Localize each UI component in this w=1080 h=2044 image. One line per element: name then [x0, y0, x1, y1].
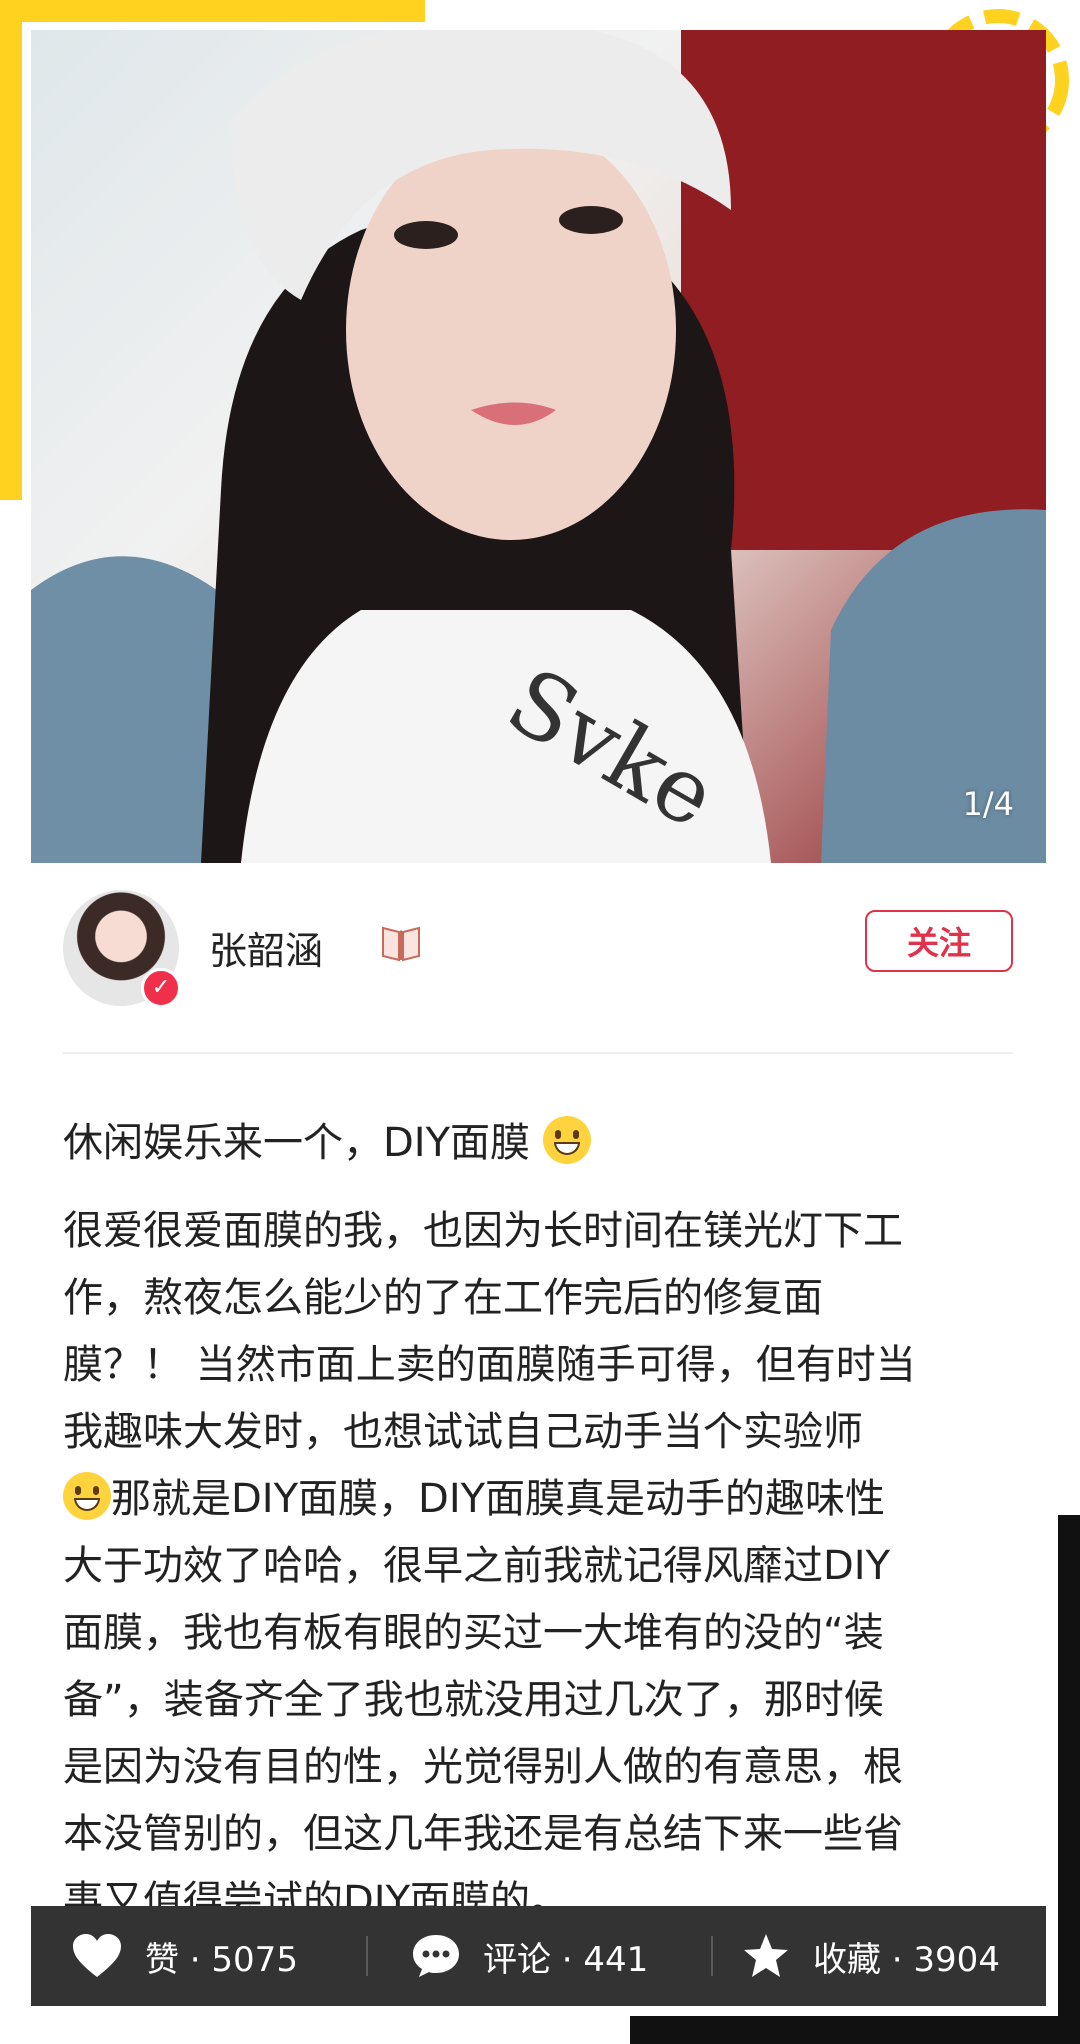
action-bar: 赞 · 5075 评论 · 441 收藏 · 3904 [31, 1906, 1046, 2006]
note-body: 很爱很爱面膜的我，也因为长时间在镁光灯下工 作，熬夜怎么能少的了在工作完后的修复… [63, 1198, 1023, 1935]
like-label: 赞 · 5075 [145, 1939, 298, 1980]
decorative-yellow-bar-left [0, 0, 22, 500]
body-line: 大于功效了哈哈，很早之前我就记得风靡过DIY [63, 1543, 891, 1589]
body-line: 那就是DIY面膜，DIY面膜真是动手的趣味性 [111, 1476, 886, 1522]
body-line: 是因为没有目的性，光觉得别人做的有意思，根 [63, 1744, 903, 1790]
collect-button[interactable]: 收藏 · 3904 [741, 1906, 1000, 2006]
collect-label: 收藏 · 3904 [813, 1939, 1000, 1980]
body-line: 面膜，我也有板有眼的买过一大堆有的没的“装 [63, 1610, 884, 1656]
body-line: 膜？！ 当然市面上卖的面膜随手可得，但有时当 [63, 1342, 916, 1388]
body-line: 备”，装备齐全了我也就没用过几次了，那时候 [63, 1677, 884, 1723]
verified-badge-icon: ✓ [141, 968, 181, 1008]
image-counter: 1/4 [962, 785, 1015, 823]
author-row: ✓ 张韶涵 关注 [63, 890, 1013, 1020]
like-button[interactable]: 赞 · 5075 [71, 1906, 298, 2006]
body-line: 作，熬夜怎么能少的了在工作完后的修复面 [63, 1275, 823, 1321]
star-icon [744, 1934, 788, 1977]
action-divider [711, 1936, 713, 1976]
body-line: 本没管别的，但这几年我还是有总结下来一些省 [63, 1811, 903, 1857]
sweat-smile-emoji-icon [63, 1472, 111, 1520]
body-line-with-emoji: 那就是DIY面膜，DIY面膜真是动手的趣味性 [63, 1466, 1023, 1533]
follow-button[interactable]: 关注 [865, 910, 1013, 972]
chat-bubble-icon [413, 1935, 459, 1977]
heart-icon [73, 1934, 121, 1977]
body-line: 我趣味大发时，也想试试自己动手当个实验师 [63, 1409, 863, 1455]
body-line: 很爱很爱面膜的我，也因为长时间在镁光灯下工 [63, 1208, 903, 1254]
comment-button[interactable]: 评论 · 441 [411, 1906, 648, 2006]
note-title: 休闲娱乐来一个，DIY面膜 [63, 1110, 591, 1168]
author-name[interactable]: 张韶涵 [209, 920, 323, 975]
portrait-illustration: Svke [31, 30, 1046, 863]
decorative-black-bar-right [1058, 1515, 1080, 2044]
post-photo[interactable]: Svke 1/4 [31, 30, 1046, 863]
comment-label: 评论 · 441 [483, 1939, 649, 1980]
decorative-yellow-bar-top [0, 0, 425, 22]
book-icon [382, 926, 420, 962]
note-card: Svke 1/4 ✓ 张韶涵 关注 休闲娱乐来一个，DIY面膜 很爱很爱面膜的我… [31, 30, 1046, 2006]
divider [63, 1052, 1013, 1054]
action-divider [366, 1936, 368, 1976]
decorative-black-bar-bottom [630, 2016, 1080, 2044]
grinning-face-emoji-icon [542, 1116, 591, 1164]
note-title-text: 休闲娱乐来一个，DIY面膜 [63, 1120, 531, 1166]
